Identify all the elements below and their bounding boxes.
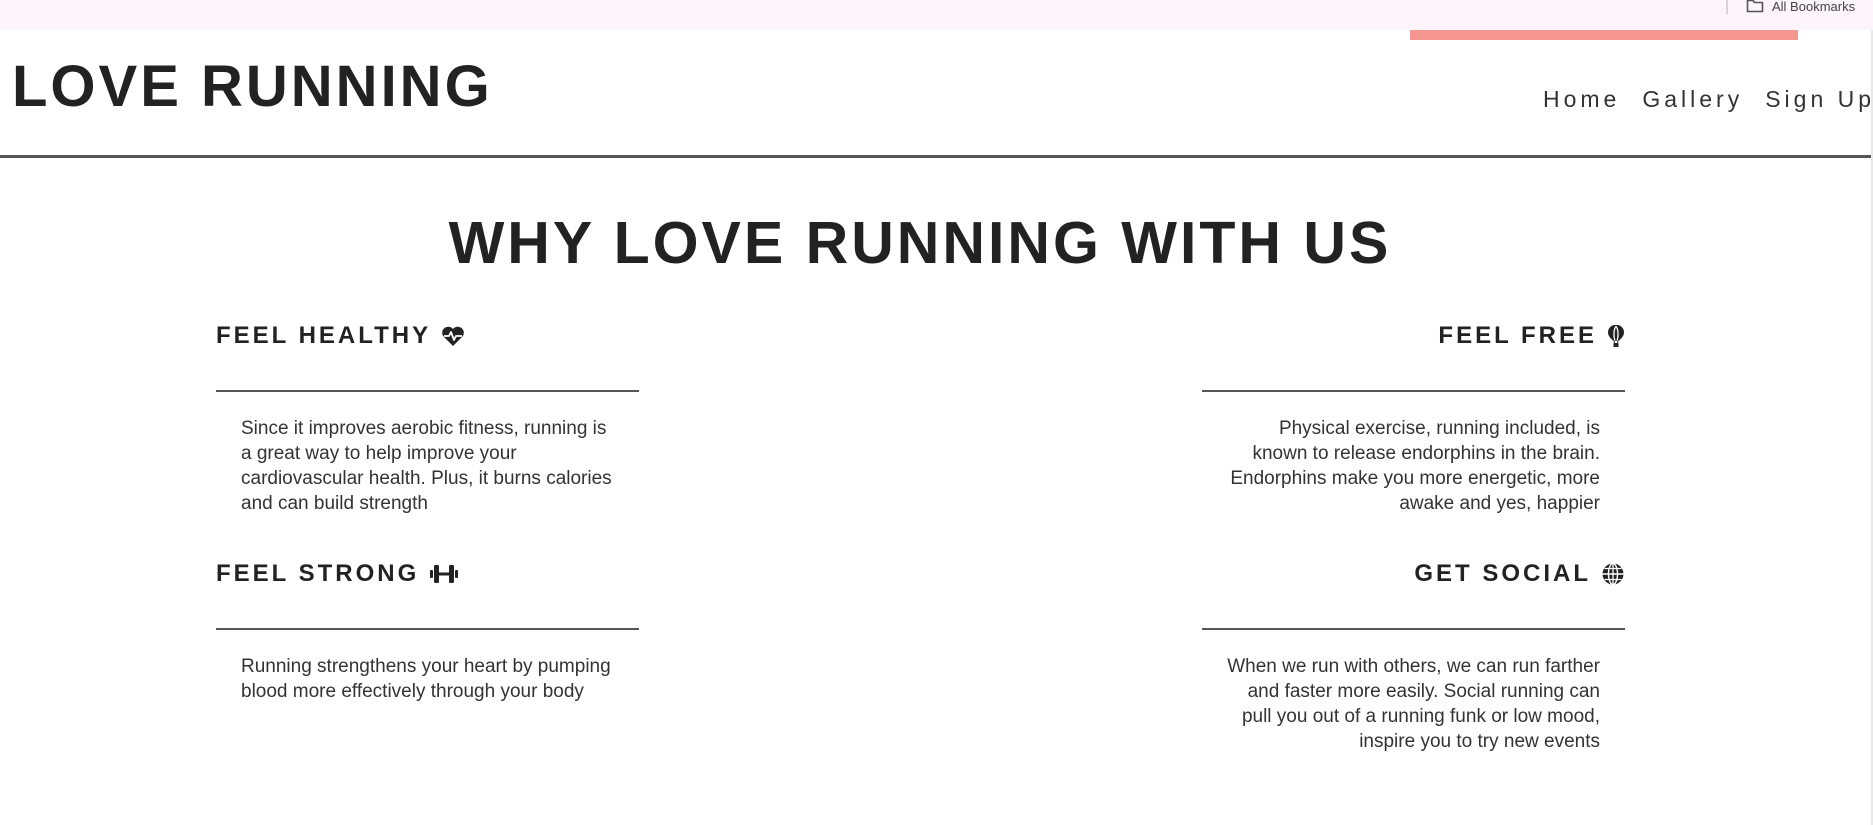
feature-heading: GET SOCIAL: [1202, 558, 1625, 590]
feature-heading-text: FEEL STRONG: [216, 560, 420, 587]
globe-icon: [1601, 562, 1625, 586]
nav-link-home[interactable]: Home: [1543, 84, 1621, 114]
feature-get-social: GET SOCIAL When we run with others, we c…: [1202, 558, 1625, 754]
feature-heading-text: FEEL HEALTHY: [216, 322, 432, 349]
feature-divider: [216, 628, 639, 630]
main-nav: Home Gallery Sign Up: [1543, 84, 1873, 114]
folder-icon: [1746, 0, 1764, 13]
site-logo[interactable]: LOVE RUNNING: [12, 54, 493, 120]
feature-heading-text: GET SOCIAL: [1414, 560, 1591, 587]
feature-heading: FEEL FREE: [1202, 320, 1625, 352]
feature-description: Running strengthens your heart by pumpin…: [241, 655, 611, 702]
bookmarks-bar: All Bookmarks: [0, 0, 1873, 30]
feature-divider: [1202, 628, 1625, 630]
section-title: WHY LOVE RUNNING WITH US: [448, 210, 1392, 276]
feature-feel-healthy: FEEL HEALTHY Since it improves aerobic f…: [216, 320, 639, 516]
feature-feel-strong: FEEL STRONG Running strengthens your hea…: [216, 558, 639, 704]
all-bookmarks-label: All Bookmarks: [1772, 0, 1856, 14]
feature-heading: FEEL HEALTHY: [216, 320, 639, 352]
feature-divider: [1202, 390, 1625, 392]
feature-heading-text: FEEL FREE: [1438, 322, 1597, 349]
nav-link-gallery[interactable]: Gallery: [1642, 84, 1743, 114]
nav-link-sign-up[interactable]: Sign Up: [1765, 84, 1873, 114]
feature-heading: FEEL STRONG: [216, 558, 639, 590]
feature-description: When we run with others, we can run fart…: [1227, 655, 1600, 752]
bookmarks-separator: [1726, 0, 1728, 14]
header-divider: [0, 155, 1871, 158]
feature-feel-free: FEEL FREE Physical exercise, running inc…: [1202, 320, 1625, 516]
header-accent-strip: [1410, 30, 1798, 40]
feature-description: Physical exercise, running included, is …: [1230, 417, 1600, 514]
dumbbell-icon: [429, 563, 459, 585]
feature-description: Since it improves aerobic fitness, runni…: [241, 417, 612, 514]
feature-divider: [216, 390, 639, 392]
heart-pulse-icon: [441, 325, 465, 347]
hot-air-balloon-icon: [1607, 324, 1625, 348]
all-bookmarks-button[interactable]: All Bookmarks: [1746, 0, 1855, 16]
